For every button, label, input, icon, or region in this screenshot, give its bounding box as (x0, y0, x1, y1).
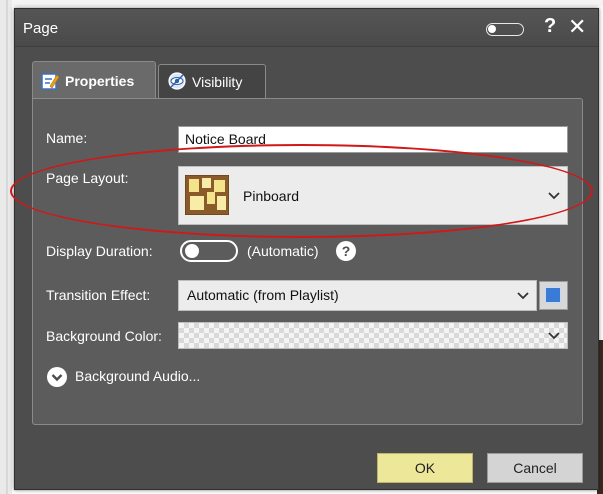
transition-effect-value: Automatic (from Playlist) (187, 287, 339, 303)
dialog-titlebar: Page ? ✕ (15, 9, 598, 47)
tab-label-properties: Properties (65, 73, 135, 89)
display-duration-label: Display Duration: (46, 243, 153, 259)
properties-panel: Name: Notice Board Page Layout: Pinboard… (32, 98, 583, 425)
display-duration-help-icon[interactable]: ? (336, 241, 356, 261)
tab-label-visibility: Visibility (192, 74, 243, 90)
background-color-select[interactable] (178, 322, 568, 349)
dialog-title: Page (23, 20, 59, 37)
chevron-down-icon (517, 291, 529, 299)
eye-icon (168, 72, 186, 90)
toggle-knob (185, 244, 199, 258)
tab-visibility[interactable]: Visibility (158, 64, 266, 99)
expand-background-audio-button[interactable] (47, 367, 67, 387)
page-dialog: Page ? ✕ Properties Visibility Name: Not… (14, 8, 599, 490)
name-label: Name: (46, 130, 88, 146)
background-left-edge (0, 0, 12, 494)
pin-toggle[interactable] (486, 23, 524, 36)
toggle-knob (488, 25, 496, 33)
background-strip (0, 0, 603, 6)
help-button[interactable]: ? (544, 15, 556, 38)
pinboard-layout-icon (185, 175, 229, 215)
close-button[interactable]: ✕ (568, 14, 586, 40)
transition-effect-select[interactable]: Automatic (from Playlist) (178, 280, 537, 311)
transition-effect-label: Transition Effect: (46, 287, 151, 303)
chevron-down-icon (548, 331, 560, 339)
page-layout-select[interactable]: Pinboard (178, 166, 568, 225)
chevron-down-icon (548, 191, 560, 199)
background-color-label: Background Color: (46, 328, 162, 344)
page-layout-label: Page Layout: (46, 170, 129, 186)
transition-color-swatch-icon (544, 286, 562, 304)
display-duration-toggle[interactable] (180, 240, 238, 262)
chevron-down-icon (51, 374, 63, 382)
transition-settings-button[interactable] (539, 281, 568, 310)
background-audio-label[interactable]: Background Audio... (75, 368, 200, 384)
name-input[interactable]: Notice Board (178, 126, 568, 153)
cancel-button[interactable]: Cancel (487, 453, 583, 483)
page-layout-value: Pinboard (243, 188, 300, 204)
ok-button[interactable]: OK (377, 453, 473, 483)
tab-properties[interactable]: Properties (32, 61, 156, 99)
display-duration-value: (Automatic) (247, 243, 319, 259)
edit-page-icon (41, 73, 59, 90)
